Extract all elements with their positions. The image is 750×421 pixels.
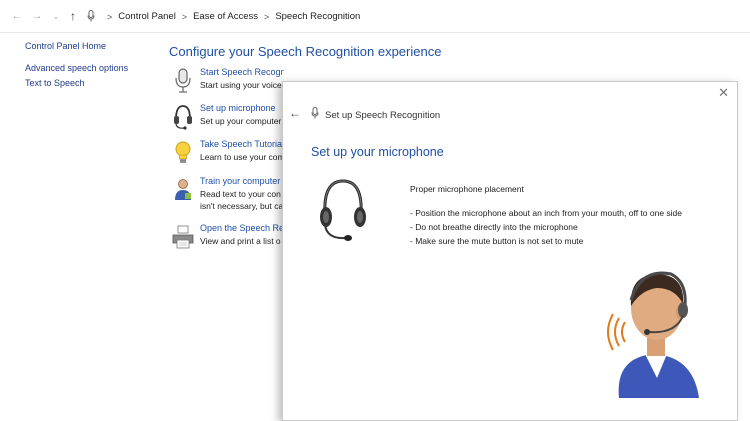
dialog-header: Set up Speech Recognition bbox=[325, 110, 441, 121]
advanced-speech-options-link[interactable]: Advanced speech options bbox=[25, 63, 128, 73]
breadcrumb-speech-recognition[interactable]: Speech Recognition bbox=[275, 11, 360, 22]
train-your-computer-link[interactable]: Train your computer bbox=[200, 176, 280, 186]
microphone-icon bbox=[175, 68, 191, 93]
breadcrumb-separator: > bbox=[264, 11, 270, 22]
breadcrumb: > Control Panel > Ease of Access > Speec… bbox=[101, 11, 360, 22]
item-description-line: Read text to your con bbox=[200, 189, 281, 199]
start-speech-recognition-link[interactable]: Start Speech Recognition bbox=[200, 67, 284, 77]
breadcrumb-separator: > bbox=[107, 11, 113, 22]
chevron-down-icon[interactable]: ⌄ bbox=[49, 8, 63, 24]
item-description: Learn to use your com bbox=[200, 152, 284, 162]
open-speech-reference-item: Open the Speech Ref View and print a lis… bbox=[172, 223, 284, 263]
item-description: Set up your computer bbox=[200, 116, 282, 126]
open-speech-reference-link[interactable]: Open the Speech Ref bbox=[200, 223, 284, 233]
printer-icon bbox=[172, 225, 194, 249]
breadcrumb-separator: > bbox=[181, 11, 188, 22]
arrow-right-icon[interactable]: → bbox=[30, 8, 44, 24]
list-item: - Do not breathe directly into the micro… bbox=[410, 222, 578, 232]
dialog-title: Set up your microphone bbox=[311, 145, 444, 159]
take-speech-tutorial-item: Take Speech Tutorial Learn to use your c… bbox=[172, 139, 284, 179]
take-speech-tutorial-link[interactable]: Take Speech Tutorial bbox=[200, 139, 284, 149]
item-description: Read text to your con isn't necessary, b… bbox=[200, 188, 283, 212]
breadcrumb-ease-of-access[interactable]: Ease of Access bbox=[193, 11, 258, 22]
placement-tips-list: - Position the microphone about an inch … bbox=[410, 208, 682, 250]
close-icon[interactable]: ✕ bbox=[718, 85, 729, 101]
item-description: View and print a list o bbox=[200, 236, 281, 246]
text-to-speech-link[interactable]: Text to Speech bbox=[25, 78, 128, 88]
microphone-icon bbox=[87, 10, 95, 22]
back-arrow-icon[interactable]: ← bbox=[289, 106, 301, 120]
list-item: - Position the microphone about an inch … bbox=[410, 208, 682, 218]
item-description-line: isn't necessary, but ca bbox=[200, 201, 284, 211]
train-your-computer-item: Train your computer Read text to your co… bbox=[172, 176, 284, 218]
dialog-subtitle: Proper microphone placement bbox=[410, 184, 524, 194]
headset-icon bbox=[174, 105, 192, 130]
microphone-icon bbox=[311, 107, 319, 119]
headset-icon bbox=[320, 179, 366, 241]
set-up-microphone-item: Set up microphone Set up your computer bbox=[172, 103, 284, 143]
address-bar: ← → ⌄ ↑ > Control Panel > Ease of Access… bbox=[0, 0, 750, 33]
left-nav: Control Panel Home Advanced speech optio… bbox=[25, 41, 128, 97]
arrow-left-icon[interactable]: ← bbox=[10, 8, 24, 24]
control-panel-home-link[interactable]: Control Panel Home bbox=[25, 41, 128, 51]
breadcrumb-control-panel[interactable]: Control Panel bbox=[118, 11, 176, 22]
arrow-up-icon[interactable]: ↑ bbox=[66, 8, 80, 24]
start-speech-recognition-item: Start Speech Recognition Start using you… bbox=[172, 67, 284, 107]
setup-speech-recognition-dialog: ✕ ← Set up Speech Recognition Set up you… bbox=[282, 81, 738, 421]
lightbulb-icon bbox=[175, 141, 191, 163]
item-description: Start using your voice bbox=[200, 80, 282, 90]
list-item: - Make sure the mute button is not set t… bbox=[410, 236, 584, 246]
page-title: Configure your Speech Recognition experi… bbox=[169, 44, 442, 59]
set-up-microphone-link[interactable]: Set up microphone bbox=[200, 103, 276, 113]
person-with-headset-icon bbox=[607, 271, 699, 398]
person-icon bbox=[175, 179, 191, 200]
